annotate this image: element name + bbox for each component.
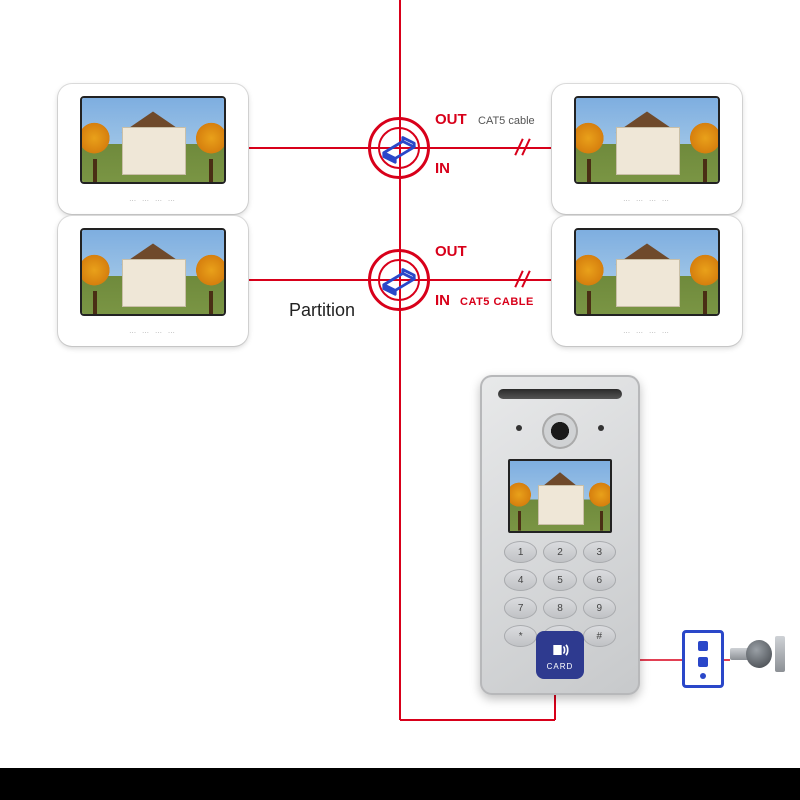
keypad-key: 1 <box>504 541 537 563</box>
ir-led-icon <box>516 425 522 431</box>
cable-break-mark <box>518 270 538 290</box>
hub-in-label: IN <box>435 160 450 177</box>
card-label: CARD <box>547 662 574 671</box>
keypad-key: # <box>583 625 616 647</box>
keypad-key: * <box>504 625 537 647</box>
keypad-key: 6 <box>583 569 616 591</box>
exit-button-icon <box>682 630 724 688</box>
keypad-key: 9 <box>583 597 616 619</box>
distributor-hub <box>368 249 430 311</box>
keypad-key: 4 <box>504 569 537 591</box>
keypad-key: 5 <box>543 569 576 591</box>
card-reader: CARD <box>536 631 584 679</box>
cable-type-label: CAT5 CABLE <box>460 296 534 308</box>
camera-lens-icon <box>542 413 578 449</box>
indoor-monitor: ⋯ ⋯ ⋯ ⋯ <box>552 216 742 346</box>
cable-break-mark <box>518 138 538 158</box>
door-preview-screen <box>508 459 612 533</box>
distributor-hub <box>368 117 430 179</box>
outdoor-door-station: 123456789*0# CARD <box>480 375 640 695</box>
indoor-monitor: ⋯ ⋯ ⋯ ⋯ <box>58 84 248 214</box>
electric-lock-icon <box>730 636 785 672</box>
indoor-monitor: ⋯ ⋯ ⋯ ⋯ <box>58 216 248 346</box>
speaker-bar <box>498 389 622 399</box>
keypad-key: 2 <box>543 541 576 563</box>
wiring-diagram: ⋯ ⋯ ⋯ ⋯ ⋯ ⋯ ⋯ ⋯ ⋯ ⋯ ⋯ ⋯ ⋯ ⋯ ⋯ ⋯ OUT IN C… <box>0 0 800 768</box>
keypad-key: 7 <box>504 597 537 619</box>
partition-label: Partition <box>289 300 355 321</box>
hub-in-label: IN <box>435 292 450 309</box>
hub-out-label: OUT <box>435 111 467 128</box>
hub-out-label: OUT <box>435 243 467 260</box>
ir-led-icon <box>598 425 604 431</box>
keypad-key: 8 <box>543 597 576 619</box>
keypad-key: 3 <box>583 541 616 563</box>
indoor-monitor: ⋯ ⋯ ⋯ ⋯ <box>552 84 742 214</box>
rfid-card-icon <box>550 640 570 660</box>
cable-type-label: CAT5 cable <box>478 115 535 127</box>
